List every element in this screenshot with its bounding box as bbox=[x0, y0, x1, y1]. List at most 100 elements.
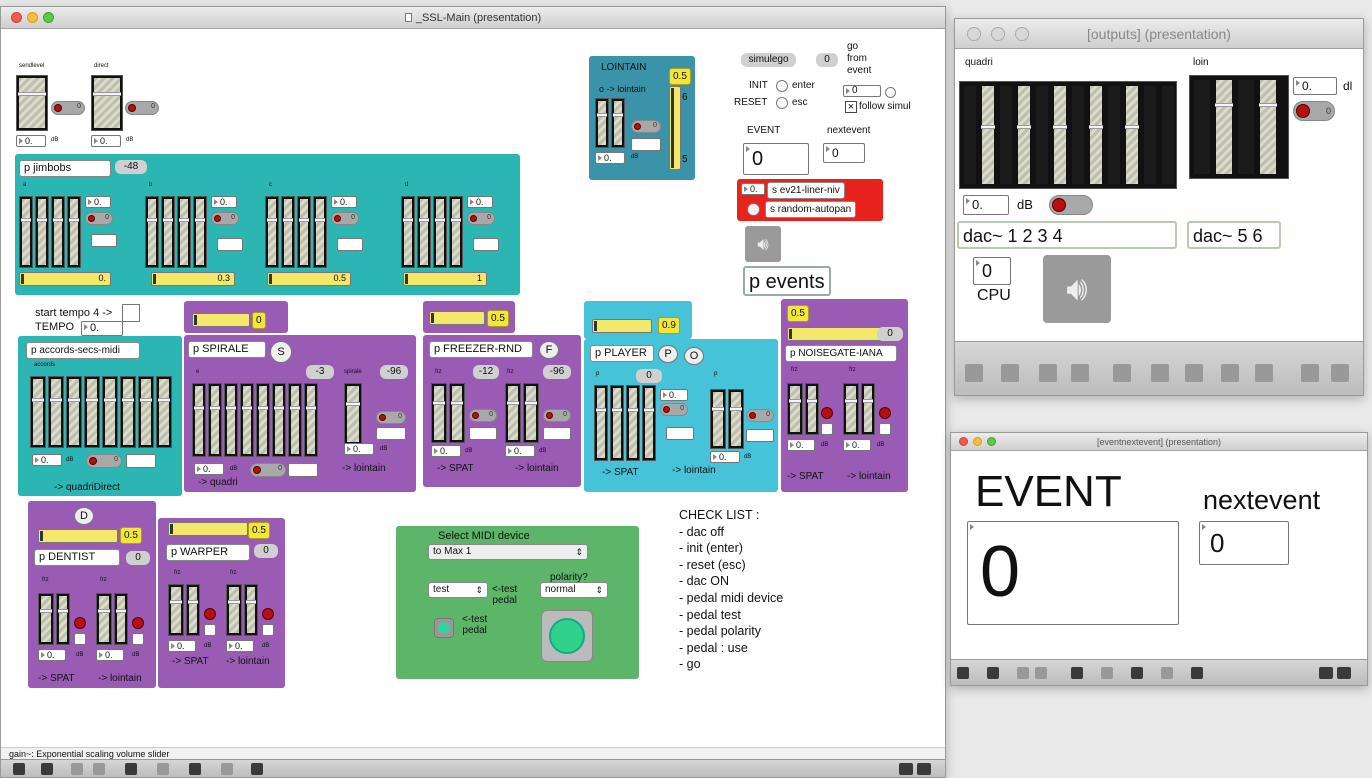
gain-slider[interactable] bbox=[843, 383, 859, 435]
toggle[interactable]: 0 bbox=[250, 463, 286, 477]
gain-slider[interactable] bbox=[1236, 78, 1256, 176]
minimize-button[interactable] bbox=[27, 12, 38, 23]
gain-slider[interactable] bbox=[192, 383, 206, 457]
split-view-icon[interactable] bbox=[1301, 364, 1319, 382]
liner-send[interactable]: s ev21-liner-niv bbox=[767, 182, 845, 199]
message-box[interactable] bbox=[543, 427, 571, 440]
noisegate-slider[interactable] bbox=[787, 327, 881, 341]
patch-icon[interactable] bbox=[189, 763, 201, 775]
gain-slider[interactable] bbox=[861, 383, 875, 435]
gain-slider[interactable] bbox=[265, 196, 279, 268]
split-view-icon[interactable] bbox=[1319, 667, 1333, 679]
player-slider-value[interactable]: 0.9 bbox=[658, 317, 680, 334]
gain-slider[interactable] bbox=[19, 196, 33, 268]
test-led[interactable] bbox=[434, 618, 454, 638]
lointain-vslider[interactable] bbox=[669, 86, 681, 170]
gain-slider[interactable] bbox=[433, 196, 447, 268]
freezer-box[interactable]: p FREEZER-RND bbox=[429, 341, 533, 358]
gain-slider[interactable] bbox=[240, 383, 254, 457]
gain-slider[interactable] bbox=[431, 383, 447, 443]
message-box[interactable] bbox=[821, 423, 833, 435]
settings-icon[interactable] bbox=[251, 763, 263, 775]
gain-slider[interactable] bbox=[272, 383, 286, 457]
gain-slider[interactable] bbox=[256, 383, 270, 457]
message-box[interactable] bbox=[473, 238, 499, 251]
jimbobs-slider-c[interactable]: 0.5 bbox=[267, 272, 351, 286]
zoom-button[interactable] bbox=[987, 437, 996, 446]
presentation-icon[interactable] bbox=[987, 667, 999, 679]
gain-slider[interactable] bbox=[787, 383, 803, 435]
settings-icon[interactable] bbox=[1255, 364, 1273, 382]
direct-number[interactable]: 0. bbox=[91, 135, 121, 147]
message-box[interactable] bbox=[469, 427, 497, 440]
message-box[interactable] bbox=[746, 429, 774, 442]
gain-slider[interactable] bbox=[1192, 78, 1212, 176]
player-slider[interactable] bbox=[592, 319, 652, 333]
gain-slider[interactable] bbox=[1124, 84, 1140, 186]
record-button[interactable] bbox=[821, 407, 833, 419]
number-box[interactable]: 0. bbox=[505, 445, 535, 457]
gain-slider[interactable] bbox=[120, 376, 136, 448]
number-box[interactable]: 0. bbox=[431, 445, 461, 457]
gain-slider[interactable] bbox=[610, 385, 624, 461]
spirale-slider-value[interactable]: 0 bbox=[252, 312, 266, 329]
dentist-value[interactable]: 0 bbox=[126, 551, 150, 565]
patch-icon[interactable] bbox=[1185, 364, 1203, 382]
gain-slider[interactable] bbox=[96, 593, 112, 645]
event-number[interactable]: 0 bbox=[967, 521, 1179, 625]
matrix-icon[interactable] bbox=[221, 763, 233, 775]
number-box[interactable]: 0. bbox=[96, 649, 124, 661]
warper-value[interactable]: 0 bbox=[254, 544, 278, 558]
minimize-button[interactable] bbox=[973, 437, 982, 446]
toggle[interactable]: 0 bbox=[86, 454, 122, 468]
player-value[interactable]: 0 bbox=[636, 369, 662, 383]
sendlevel-toggle[interactable]: 0 bbox=[51, 101, 85, 115]
freezer-slider-value[interactable]: 0.5 bbox=[487, 310, 509, 327]
dentist-d-button[interactable]: D bbox=[74, 507, 94, 525]
debug-icon[interactable] bbox=[125, 763, 137, 775]
gain-slider[interactable] bbox=[281, 196, 295, 268]
info-icon[interactable] bbox=[1101, 667, 1113, 679]
spirale-s-button[interactable]: S bbox=[270, 341, 292, 363]
lointain-value[interactable]: 0.5 bbox=[669, 68, 691, 85]
close-button[interactable] bbox=[967, 27, 981, 41]
gain-slider[interactable] bbox=[998, 84, 1014, 186]
gain-slider[interactable] bbox=[313, 196, 327, 268]
dentist-box[interactable]: p DENTIST bbox=[34, 549, 120, 566]
message-box[interactable] bbox=[376, 427, 406, 440]
message-box[interactable] bbox=[74, 633, 86, 645]
patch-icon[interactable] bbox=[1131, 667, 1143, 679]
nextevent-number[interactable]: 0 bbox=[1199, 521, 1289, 565]
gain-slider[interactable] bbox=[1052, 84, 1068, 186]
lock-icon[interactable] bbox=[957, 667, 969, 679]
jimbobs-box[interactable]: p jimbobs bbox=[19, 160, 111, 177]
gain-slider[interactable] bbox=[1258, 78, 1278, 176]
message-box[interactable] bbox=[217, 238, 243, 251]
gain-slider[interactable] bbox=[595, 98, 609, 148]
message-box[interactable] bbox=[126, 454, 156, 468]
go-button[interactable] bbox=[885, 87, 896, 98]
init-button[interactable] bbox=[776, 80, 788, 92]
record-button[interactable] bbox=[204, 608, 216, 620]
number-box[interactable]: 0. bbox=[710, 451, 740, 463]
gain-slider[interactable] bbox=[505, 383, 521, 443]
warper-slider-value[interactable]: 0.5 bbox=[248, 522, 270, 539]
gain-slider[interactable] bbox=[208, 383, 222, 457]
number-box[interactable]: 0. bbox=[595, 152, 625, 164]
jimbobs-value[interactable]: -48 bbox=[115, 160, 147, 174]
message-box[interactable] bbox=[666, 427, 694, 440]
number-box[interactable]: 0. bbox=[226, 640, 254, 652]
dac-1234[interactable]: dac~ 1 2 3 4 bbox=[957, 221, 1177, 249]
number-box[interactable]: 0. bbox=[467, 196, 493, 208]
toggle[interactable]: 0 bbox=[331, 212, 359, 225]
gain-slider[interactable] bbox=[161, 196, 175, 268]
main-titlebar[interactable]: _SSL-Main (presentation) bbox=[1, 7, 945, 29]
gain-slider[interactable] bbox=[449, 383, 465, 443]
gain-slider[interactable] bbox=[1214, 78, 1234, 176]
presentation-icon[interactable] bbox=[41, 763, 53, 775]
warper-slider[interactable] bbox=[168, 522, 248, 536]
matrix-icon[interactable] bbox=[1221, 364, 1239, 382]
quadri-toggle[interactable] bbox=[1049, 195, 1093, 215]
single-view-icon[interactable] bbox=[1337, 667, 1351, 679]
number-box[interactable]: 0. bbox=[85, 196, 111, 208]
